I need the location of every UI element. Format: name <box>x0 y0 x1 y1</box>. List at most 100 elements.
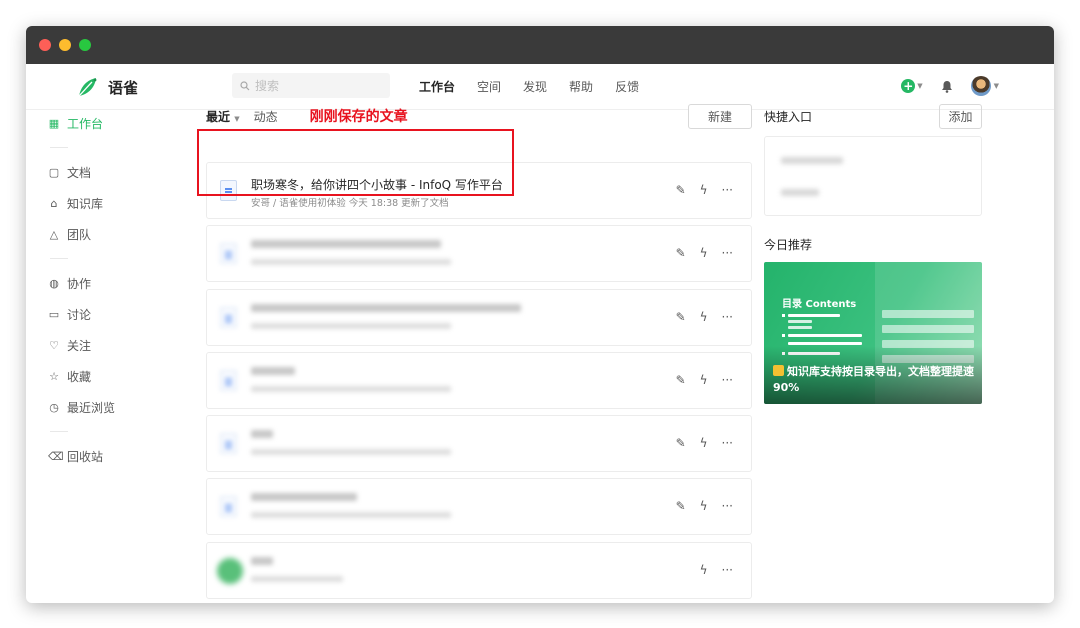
user-menu[interactable]: ▼ <box>970 76 999 96</box>
blurred-title <box>251 304 521 312</box>
blurred-quick-link[interactable] <box>781 189 819 196</box>
more-icon[interactable]: ··· <box>722 310 733 324</box>
edit-icon[interactable]: ✎ <box>676 246 686 260</box>
doc-card-blurred[interactable]: ϟ ··· <box>206 542 752 599</box>
bell-icon[interactable] <box>941 80 953 93</box>
doc-card-blurred[interactable]: ✎ ϟ ··· <box>206 225 752 282</box>
main-content: 最近 ▼ 动态 刚刚保存的文章 新建 职场寒冬，给你讲四个小故事 - InfoQ… <box>206 100 752 599</box>
doc-actions: ✎ ϟ ··· <box>676 183 733 197</box>
recommend-card-line <box>788 342 862 345</box>
maximize-window-button[interactable] <box>79 39 91 51</box>
doc-actions: ✎ ϟ ··· <box>676 373 733 387</box>
more-icon[interactable]: ··· <box>722 436 733 450</box>
edit-icon[interactable]: ✎ <box>676 183 686 197</box>
chevron-down-icon: ▼ <box>234 114 240 123</box>
lightning-icon[interactable]: ϟ <box>700 183 708 197</box>
clock-icon: ◷ <box>49 401 59 414</box>
edit-icon[interactable]: ✎ <box>676 373 686 387</box>
heart-icon: ♡ <box>49 339 59 352</box>
doc-card-blurred[interactable]: ✎ ϟ ··· <box>206 415 752 472</box>
nav-help[interactable]: 帮助 <box>569 78 593 95</box>
sidebar-item-collaborate[interactable]: ◍ 协作 <box>48 268 168 299</box>
blurred-quick-link[interactable] <box>781 157 843 164</box>
doc-actions: ✎ ϟ ··· <box>676 246 733 260</box>
minimize-window-button[interactable] <box>59 39 71 51</box>
create-button[interactable]: + ▼ <box>901 79 923 93</box>
lightning-icon[interactable]: ϟ <box>700 310 708 324</box>
doc-card-blurred[interactable]: ✎ ϟ ··· <box>206 478 752 535</box>
doc-actions: ✎ ϟ ··· <box>676 310 733 324</box>
grid-icon: ▦ <box>48 117 60 130</box>
tab-activity[interactable]: 动态 <box>254 108 278 125</box>
doc-card[interactable]: 职场寒冬，给你讲四个小故事 - InfoQ 写作平台 安哥 / 语雀使用初体验 … <box>206 162 752 219</box>
avatar <box>970 76 991 96</box>
lightning-icon[interactable]: ϟ <box>700 373 708 387</box>
recommend-card-bar <box>882 325 974 333</box>
sidebar-item-recent[interactable]: ◷ 最近浏览 <box>48 392 168 423</box>
more-icon[interactable]: ··· <box>722 499 733 513</box>
close-window-button[interactable] <box>39 39 51 51</box>
lightning-icon[interactable]: ϟ <box>700 499 708 513</box>
document-icon <box>220 433 237 454</box>
recommend-title: 今日推荐 <box>764 238 813 252</box>
document-icon: ▢ <box>48 166 60 179</box>
add-button[interactable]: 添加 <box>939 104 982 129</box>
more-icon[interactable]: ··· <box>722 183 733 197</box>
sidebar-item-favorites[interactable]: ☆ 收藏 <box>48 361 168 392</box>
right-column: 快捷入口 添加 今日推荐 目录 Contents 知识库支持按目录导出，文档整理… <box>764 100 982 404</box>
sidebar-item-label: 知识库 <box>67 197 104 211</box>
sidebar-item-library[interactable]: ⌂ 知识库 <box>48 188 168 219</box>
sidebar: ▦ 工作台 ▢ 文档 ⌂ 知识库 △ 团队 ◍ 协作 ▭ 讨论 ♡ 关注 ☆ 收… <box>48 108 168 472</box>
doc-card-blurred[interactable]: ✎ ϟ ··· <box>206 289 752 346</box>
sidebar-item-team[interactable]: △ 团队 <box>48 219 168 250</box>
more-icon[interactable]: ··· <box>722 246 733 260</box>
recommend-card-caption[interactable]: 知识库支持按目录导出，文档整理提速90% <box>773 364 978 396</box>
blurred-meta <box>251 576 343 582</box>
sidebar-item-label: 工作台 <box>67 117 104 131</box>
edit-icon[interactable]: ✎ <box>676 436 686 450</box>
nav-discover[interactable]: 发现 <box>523 78 547 95</box>
document-icon <box>220 243 237 264</box>
recommend-card-line <box>788 320 812 323</box>
library-icon: ⌂ <box>50 197 58 210</box>
sidebar-item-label: 回收站 <box>67 450 104 464</box>
chevron-down-icon: ▼ <box>917 82 923 90</box>
lightning-icon[interactable]: ϟ <box>700 563 708 577</box>
doc-actions: ϟ ··· <box>700 563 733 577</box>
nav-feedback[interactable]: 反馈 <box>615 78 639 95</box>
sidebar-item-workbench[interactable]: ▦ 工作台 <box>48 108 168 139</box>
edit-icon[interactable]: ✎ <box>676 310 686 324</box>
recommend-card[interactable]: 目录 Contents 知识库支持按目录导出，文档整理提速90% <box>764 262 982 404</box>
search-input[interactable]: 搜索 <box>232 73 390 98</box>
tab-recent[interactable]: 最近 ▼ <box>206 108 240 125</box>
sidebar-item-discuss[interactable]: ▭ 讨论 <box>48 299 168 330</box>
comment-icon: ▭ <box>48 308 60 321</box>
lightning-icon[interactable]: ϟ <box>700 436 708 450</box>
more-icon[interactable]: ··· <box>722 563 733 577</box>
quick-access-box <box>764 136 982 216</box>
more-icon[interactable]: ··· <box>722 373 733 387</box>
logo[interactable]: 语雀 <box>76 76 138 98</box>
nav-space[interactable]: 空间 <box>477 78 501 95</box>
lightning-icon[interactable]: ϟ <box>700 246 708 260</box>
recommend-card-line <box>788 334 862 337</box>
document-icon <box>220 370 237 391</box>
sidebar-item-trash[interactable]: ⌫ 回收站 <box>48 441 168 472</box>
doc-title[interactable]: 职场寒冬，给你讲四个小故事 - InfoQ 写作平台 <box>251 176 503 193</box>
sidebar-item-docs[interactable]: ▢ 文档 <box>48 157 168 188</box>
star-icon: ☆ <box>49 370 59 383</box>
blurred-title <box>251 557 273 565</box>
main-header: 最近 ▼ 动态 刚刚保存的文章 新建 <box>206 100 752 132</box>
window-titlebar <box>26 26 1054 64</box>
nav-workbench[interactable]: 工作台 <box>419 78 455 95</box>
sidebar-item-label: 协作 <box>67 277 92 291</box>
sidebar-item-follow[interactable]: ♡ 关注 <box>48 330 168 361</box>
recommend-card-heading: 目录 Contents <box>782 299 857 310</box>
document-icon <box>220 307 237 328</box>
new-button[interactable]: 新建 <box>688 104 752 129</box>
edit-icon[interactable]: ✎ <box>676 499 686 513</box>
team-icon: △ <box>49 228 59 241</box>
chevron-down-icon: ▼ <box>993 82 999 90</box>
doc-card-blurred[interactable]: ✎ ϟ ··· <box>206 352 752 409</box>
doc-actions: ✎ ϟ ··· <box>676 436 733 450</box>
